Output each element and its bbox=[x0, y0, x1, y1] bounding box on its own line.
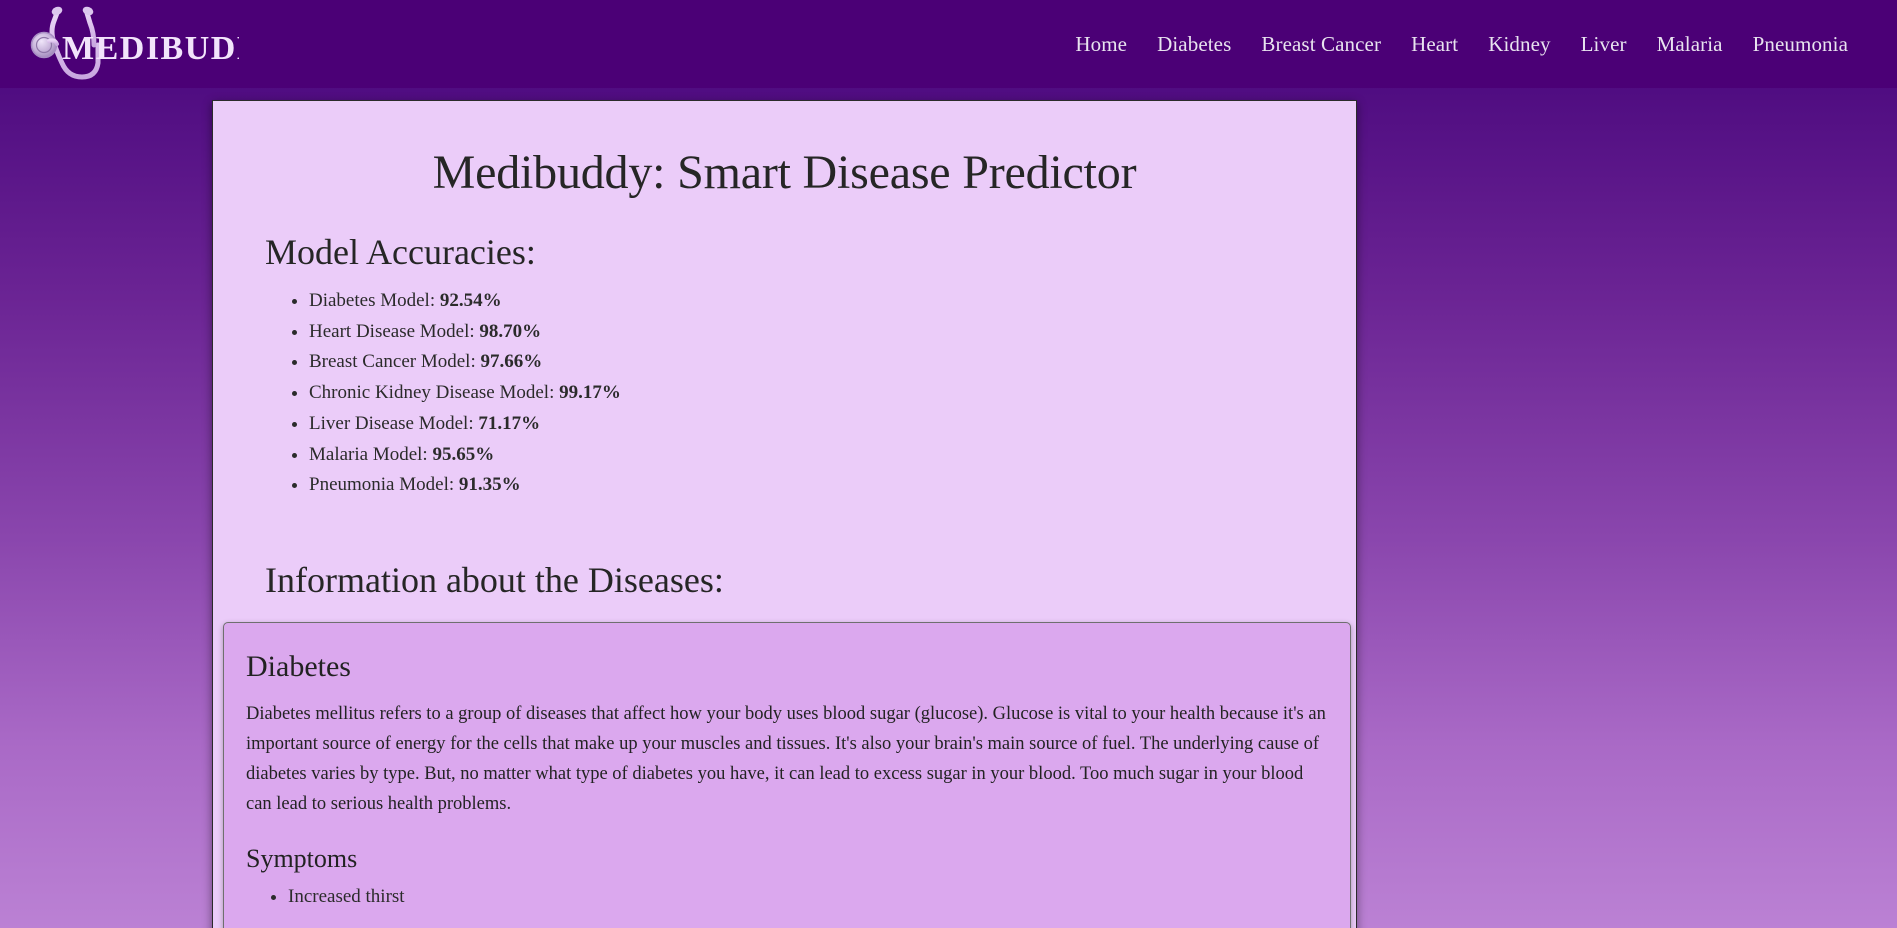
nav-item-malaria[interactable]: Malaria bbox=[1642, 26, 1738, 63]
symptom-item: Increased thirst bbox=[288, 882, 1328, 913]
top-navbar: MEDIBUDDY Home Diabetes Breast Cancer He… bbox=[0, 0, 1897, 88]
accuracy-value: 92.54% bbox=[439, 289, 502, 311]
accuracy-item-liver: Liver Disease Model: 71.17% bbox=[309, 409, 1326, 440]
nav-item-diabetes[interactable]: Diabetes bbox=[1142, 26, 1246, 63]
accuracy-label: Diabetes Model: bbox=[309, 289, 436, 311]
disease-card-title: Diabetes bbox=[246, 649, 351, 683]
accuracy-item-kidney: Chronic Kidney Disease Model: 99.17% bbox=[309, 378, 1326, 409]
accuracy-item-diabetes: Diabetes Model: 92.54% bbox=[309, 286, 1326, 317]
symptoms-list: Increased thirst bbox=[288, 882, 1328, 913]
nav-link-diabetes[interactable]: Diabetes bbox=[1142, 26, 1246, 63]
accuracy-value: 99.17% bbox=[559, 382, 621, 404]
accuracy-label: Heart Disease Model: bbox=[309, 320, 475, 342]
nav-link-pneumonia[interactable]: Pneumonia bbox=[1738, 26, 1863, 63]
accuracy-label: Liver Disease Model: bbox=[309, 412, 474, 434]
nav-item-heart[interactable]: Heart bbox=[1396, 26, 1473, 63]
accuracy-value: 98.70% bbox=[479, 320, 542, 342]
accuracy-value: 71.17% bbox=[478, 412, 541, 434]
accuracy-item-breast-cancer: Breast Cancer Model: 97.66% bbox=[309, 347, 1326, 378]
accuracy-value: 91.35% bbox=[458, 474, 521, 496]
accuracy-label: Pneumonia Model: bbox=[309, 474, 455, 496]
nav-item-breast-cancer[interactable]: Breast Cancer bbox=[1246, 26, 1396, 63]
stethoscope-logo-icon: MEDIBUDDY bbox=[30, 6, 239, 80]
accuracy-item-heart: Heart Disease Model: 98.70% bbox=[309, 317, 1326, 348]
accuracy-value: 95.65% bbox=[432, 443, 495, 465]
main-panel: Medibuddy: Smart Disease Predictor Model… bbox=[212, 100, 1357, 928]
accuracy-label: Breast Cancer Model: bbox=[309, 351, 476, 373]
nav-links-list: Home Diabetes Breast Cancer Heart Kidney… bbox=[1060, 26, 1863, 63]
disease-card-diabetes: Diabetes Diabetes mellitus refers to a g… bbox=[223, 621, 1351, 928]
accuracy-item-malaria: Malaria Model: 95.65% bbox=[309, 440, 1326, 471]
accuracy-value: 97.66% bbox=[480, 351, 543, 373]
nav-item-kidney[interactable]: Kidney bbox=[1473, 26, 1565, 63]
disease-card-description: Diabetes mellitus refers to a group of d… bbox=[246, 703, 1326, 814]
nav-item-liver[interactable]: Liver bbox=[1566, 26, 1642, 63]
model-accuracies-list: Diabetes Model: 92.54% Heart Disease Mod… bbox=[309, 286, 1326, 501]
page-wrapper: Medibuddy: Smart Disease Predictor Model… bbox=[0, 88, 1897, 928]
nav-link-malaria[interactable]: Malaria bbox=[1642, 26, 1738, 63]
brand-logo-link[interactable]: MEDIBUDDY bbox=[18, 0, 239, 88]
accuracy-item-pneumonia: Pneumonia Model: 91.35% bbox=[309, 470, 1326, 501]
nav-item-pneumonia[interactable]: Pneumonia bbox=[1738, 26, 1863, 63]
nav-link-home[interactable]: Home bbox=[1060, 26, 1142, 63]
nav-item-home[interactable]: Home bbox=[1060, 26, 1142, 63]
nav-link-kidney[interactable]: Kidney bbox=[1473, 26, 1565, 63]
accuracy-label: Chronic Kidney Disease Model: bbox=[309, 382, 555, 404]
brand-name-text: MEDIBUDDY bbox=[62, 30, 239, 67]
accuracy-label: Malaria Model: bbox=[309, 443, 428, 465]
nav-link-breast-cancer[interactable]: Breast Cancer bbox=[1246, 26, 1396, 63]
nav-link-heart[interactable]: Heart bbox=[1396, 26, 1473, 63]
nav-link-liver[interactable]: Liver bbox=[1566, 26, 1642, 63]
disease-info-heading: Information about the Diseases: bbox=[265, 560, 724, 601]
symptoms-heading: Symptoms bbox=[246, 843, 358, 873]
model-accuracies-heading: Model Accuracies: bbox=[265, 232, 536, 272]
page-title: Medibuddy: Smart Disease Predictor bbox=[432, 146, 1137, 199]
